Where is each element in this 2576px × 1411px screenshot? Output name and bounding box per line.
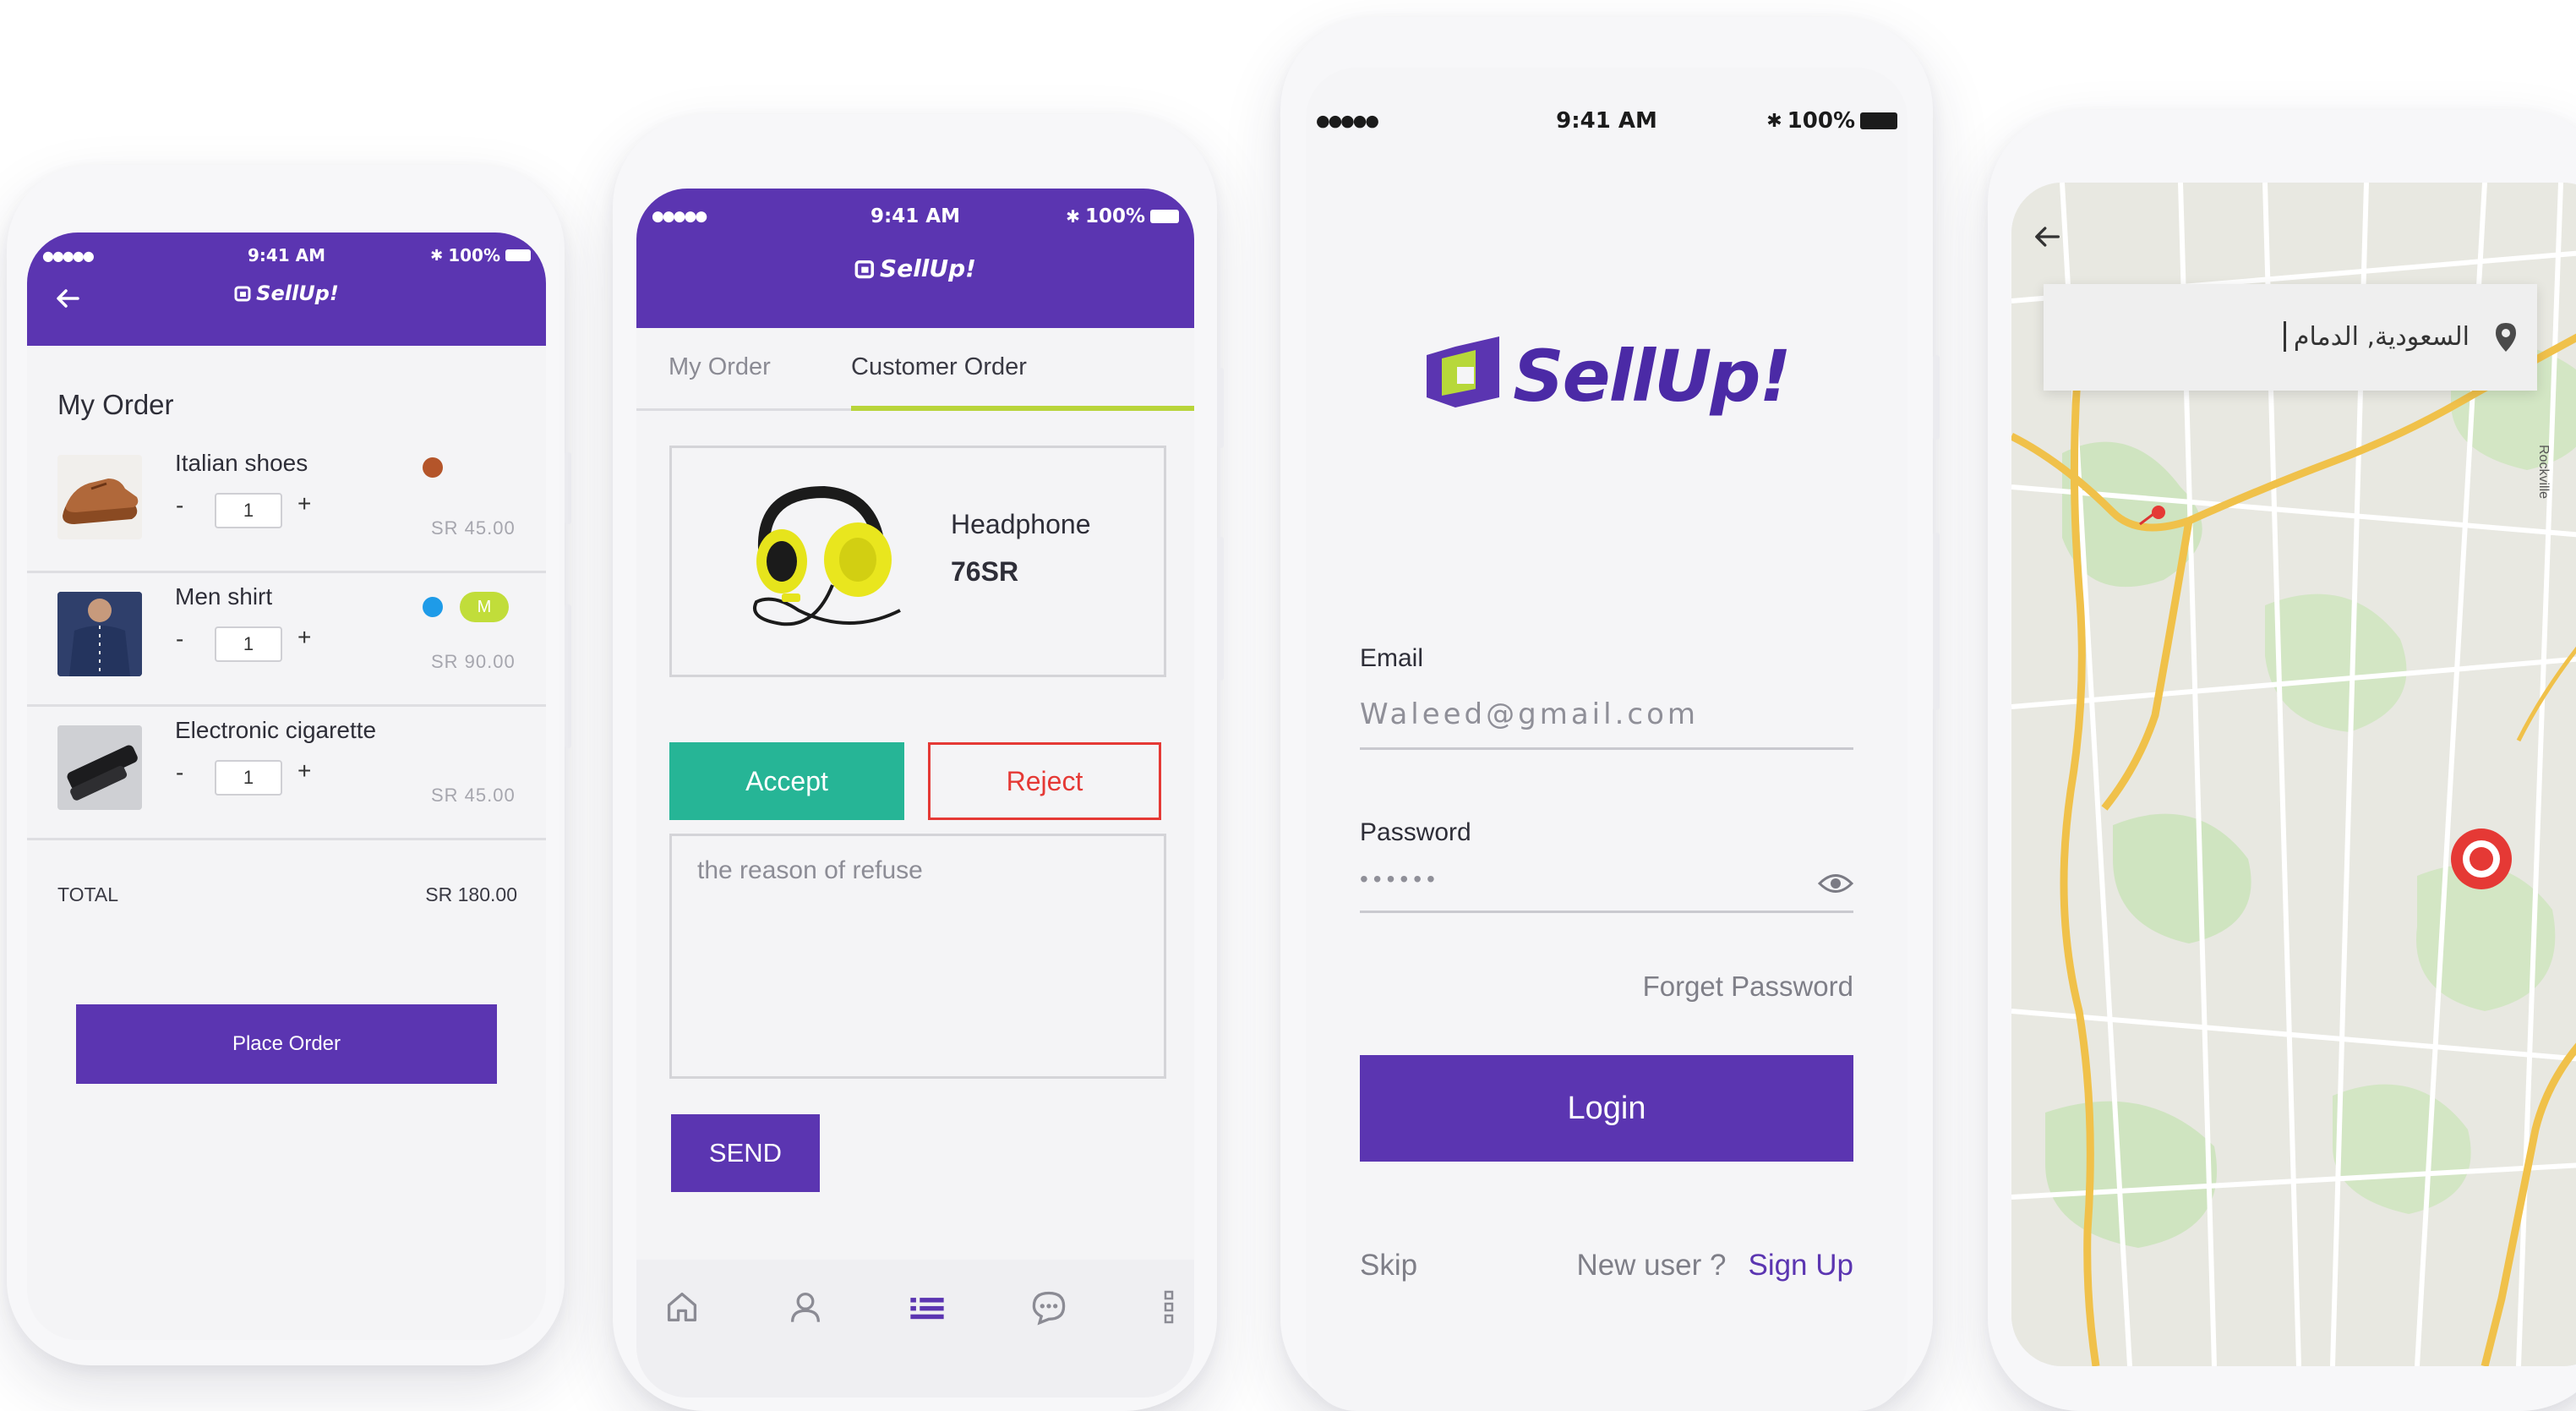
profile-icon[interactable] — [787, 1288, 824, 1326]
product-card: Headphone 76SR — [669, 446, 1166, 677]
password-field[interactable]: •••••• — [1360, 862, 1853, 913]
phone-customer-order: ●●●●● 9:41 AM ✱ 100% SellUp! My Order Cu… — [613, 114, 1224, 1411]
brand-logo: SellUp! — [1306, 330, 1907, 423]
login-button[interactable]: Login — [1360, 1055, 1853, 1162]
color-swatch — [423, 457, 443, 478]
back-arrow-icon[interactable] — [2030, 220, 2064, 254]
eye-icon[interactable] — [1818, 871, 1853, 896]
new-user-text: New user ? — [1576, 1249, 1727, 1282]
size-badge: M — [460, 592, 509, 622]
qty-minus-button[interactable]: - — [176, 626, 183, 653]
phone-my-order: ●●●●● 9:41 AM ✱ 100% SellUp! My Order It… — [7, 165, 571, 1365]
logo-text: SellUp! — [1513, 335, 1792, 418]
qty-plus-button[interactable]: + — [297, 757, 311, 785]
order-item: Electronic cigarette - 1 + SR 45.00 — [27, 707, 546, 840]
tab-bar: My Order Customer Order — [636, 328, 1194, 411]
reason-textarea[interactable]: the reason of refuse — [669, 834, 1166, 1079]
tab-my-order[interactable]: My Order — [669, 353, 771, 381]
qty-minus-button[interactable]: - — [176, 492, 183, 519]
status-time: 9:41 AM — [870, 205, 960, 227]
phone-login: ●●●●● 9:41 AM ✱ 100% SellUp! Email Walee… — [1280, 17, 1940, 1411]
qty-input[interactable]: 1 — [215, 493, 282, 528]
side-button — [1933, 355, 1940, 440]
qty-input[interactable]: 1 — [215, 626, 282, 662]
side-button — [1217, 537, 1224, 681]
location-search-bar[interactable]: السعودية, الدمام — [2044, 284, 2537, 391]
total-label: TOTAL — [57, 883, 118, 905]
phone-map: السعودية, الدمام Rockville — [1988, 110, 2576, 1411]
chat-icon[interactable] — [1030, 1288, 1067, 1326]
order-item: Men shirt M - 1 + SR 90.00 — [27, 573, 546, 707]
order-item: Italian shoes - 1 + SR 45.00 — [27, 440, 546, 573]
side-button — [1217, 368, 1224, 448]
forget-password-link[interactable]: Forget Password — [1643, 971, 1853, 1003]
accept-button[interactable]: Accept — [669, 742, 904, 820]
tab-active-underline — [851, 406, 1194, 411]
product-price: SR 90.00 — [431, 651, 516, 672]
color-swatch — [423, 597, 443, 617]
qty-input[interactable]: 1 — [215, 760, 282, 796]
side-button — [1933, 533, 1940, 710]
signup-row: New user ? Sign Up — [1576, 1249, 1853, 1282]
bottom-nav — [636, 1260, 1194, 1397]
product-price: SR 45.00 — [431, 785, 516, 806]
send-button[interactable]: SEND — [671, 1114, 820, 1192]
product-name: Headphone — [951, 509, 1091, 539]
total-value: SR 180.00 — [425, 883, 517, 905]
destination-marker-icon[interactable] — [2448, 825, 2515, 906]
password-label: Password — [1360, 818, 1471, 846]
screen: ●●●●● 9:41 AM ✱ 100% SellUp! Email Walee… — [1306, 68, 1907, 1411]
logo-text: SellUp! — [256, 282, 339, 305]
product-image-cigarette — [57, 725, 142, 810]
qty-minus-button[interactable]: - — [176, 759, 183, 786]
road-label: Rockville — [2536, 445, 2551, 500]
skip-link[interactable]: Skip — [1360, 1249, 1417, 1282]
product-image-shoes — [57, 455, 142, 539]
location-text: السعودية, الدمام — [2293, 322, 2470, 352]
place-order-button[interactable]: Place Order — [76, 1004, 497, 1084]
product-name: Electronic cigarette — [175, 717, 377, 743]
location-pin-icon — [2496, 323, 2516, 352]
page-title: My Order — [57, 389, 174, 420]
qty-plus-button[interactable]: + — [297, 490, 311, 517]
app-logo: SellUp! — [636, 254, 1194, 284]
product-name: Italian shoes — [175, 450, 308, 476]
status-bar: ●●●●● 9:41 AM ✱ 100% — [1306, 107, 1907, 135]
map-screen: السعودية, الدمام Rockville — [2011, 183, 2576, 1366]
status-bar: ●●●●● 9:41 AM ✱ 100% — [636, 204, 1194, 229]
qty-plus-button[interactable]: + — [297, 624, 311, 651]
more-icon[interactable] — [1160, 1288, 1177, 1326]
screen: ●●●●● 9:41 AM ✱ 100% SellUp! My Order Cu… — [636, 189, 1194, 1397]
product-image-headphone — [753, 485, 901, 626]
side-button — [565, 452, 571, 524]
logo-mark-icon — [234, 286, 251, 302]
status-time: 9:41 AM — [247, 245, 326, 265]
product-price: 76SR — [951, 556, 1019, 587]
product-price: SR 45.00 — [431, 517, 516, 539]
text-cursor — [2284, 321, 2286, 352]
status-time: 9:41 AM — [1556, 108, 1657, 134]
sign-up-link[interactable]: Sign Up — [1748, 1249, 1853, 1282]
status-bar: ●●●●● 9:41 AM ✱ 100% — [27, 243, 546, 268]
password-value: •••••• — [1360, 866, 1440, 892]
logo-mark-icon — [1427, 336, 1500, 407]
product-image-shirt — [57, 592, 142, 676]
side-button — [565, 604, 571, 748]
logo-mark-icon — [854, 260, 875, 278]
product-name: Men shirt — [175, 583, 273, 610]
reason-placeholder: the reason of refuse — [697, 856, 923, 884]
logo-text: SellUp! — [880, 254, 976, 282]
app-logo: SellUp! — [27, 282, 546, 307]
small-map-pin-icon — [2139, 506, 2165, 526]
email-label: Email — [1360, 644, 1424, 672]
orders-icon[interactable] — [907, 1288, 947, 1326]
screen: ●●●●● 9:41 AM ✱ 100% SellUp! My Order It… — [27, 232, 546, 1340]
email-field[interactable]: Waleed@gmail.com — [1360, 697, 1853, 750]
reject-button[interactable]: Reject — [928, 742, 1161, 820]
home-icon[interactable] — [663, 1288, 701, 1326]
tab-customer-order[interactable]: Customer Order — [851, 353, 1027, 381]
